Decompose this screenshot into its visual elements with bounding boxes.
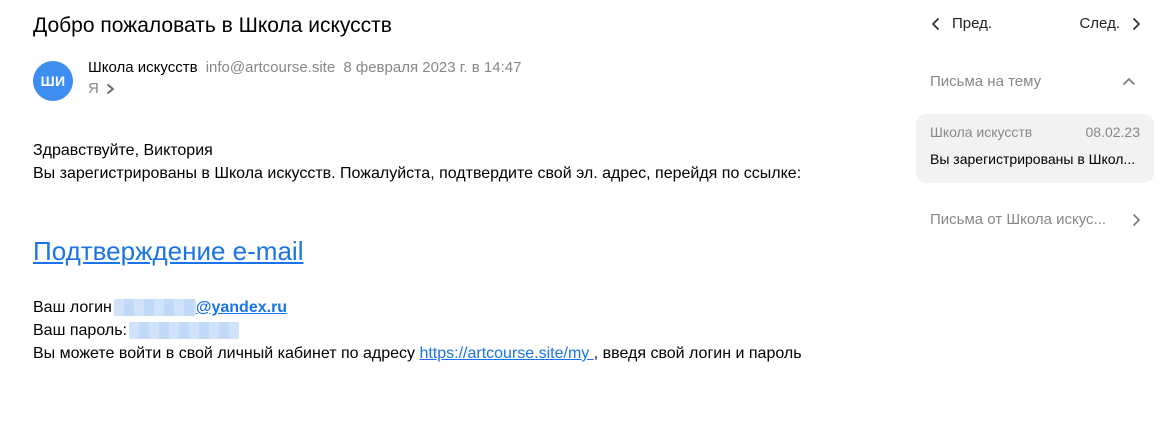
login-email-link[interactable]: @yandex.ru <box>196 299 287 316</box>
card-sender: Школа искусств <box>930 124 1033 140</box>
greeting-text: Здравствуйте, Виктория <box>33 142 213 159</box>
avatar-initials: ШИ <box>40 73 66 89</box>
login-redacted <box>113 299 196 317</box>
prev-message-button[interactable]: Пред. <box>930 15 992 32</box>
letters-from-sender-link[interactable]: Письма от Школа искус... <box>930 211 1142 228</box>
message-date: 8 февраля 2023 г. в 14:47 <box>343 59 522 76</box>
sender-email[interactable]: info@artcourse.site <box>206 59 335 76</box>
cabinet-line: Вы можете войти в свой личный кабинет по… <box>33 342 873 365</box>
login-line: Ваш логин @yandex.ru <box>33 296 873 319</box>
sender-avatar[interactable]: ШИ <box>33 61 73 101</box>
cabinet-text-before: Вы можете войти в свой личный кабинет по… <box>33 345 420 362</box>
password-line: Ваш пароль: <box>33 319 873 342</box>
message-pane: Добро пожаловать в Школа искусств ШИ Шко… <box>0 0 900 422</box>
thread-message-card[interactable]: Школа искусств 08.02.23 Вы зарегистриров… <box>916 114 1154 183</box>
next-message-button[interactable]: След. <box>1079 15 1142 32</box>
chevron-right-icon <box>1133 213 1140 226</box>
cabinet-text-after: , введя свой логин и пароль <box>593 345 802 362</box>
thread-toggle[interactable]: Письма на тему <box>930 73 1142 90</box>
credentials-block: Ваш логин @yandex.ru Ваш пароль: Вы может… <box>33 296 873 365</box>
message-navigation: Пред. След. <box>930 15 1142 39</box>
sender-line: Школа искусств info@artcourse.site 8 фев… <box>88 59 521 76</box>
thread-label: Письма на тему <box>930 73 1042 90</box>
login-label: Ваш логин <box>33 299 112 316</box>
chevron-left-icon <box>932 17 939 30</box>
intro-text: Вы зарегистрированы в Школа искусств. По… <box>33 165 802 182</box>
recipient-toggle[interactable]: Я <box>88 80 117 97</box>
message-body-intro: Здравствуйте, Виктория Вы зарегистрирова… <box>33 139 853 185</box>
prev-label: Пред. <box>952 15 993 32</box>
recipient-label: Я <box>88 80 99 97</box>
from-sender-label: Письма от Школа искус... <box>930 211 1107 228</box>
confirm-email-link[interactable]: Подтверждение e-mail <box>33 236 303 267</box>
password-label: Ваш пароль: <box>33 322 127 339</box>
password-redacted <box>128 322 239 340</box>
card-date: 08.02.23 <box>1085 124 1141 140</box>
chevron-up-icon <box>1123 77 1135 85</box>
sender-name[interactable]: Школа искусств <box>88 59 198 76</box>
next-label: След. <box>1079 15 1120 32</box>
chevron-right-icon <box>1133 17 1140 30</box>
card-snippet: Вы зарегистрированы в Школ... <box>930 151 1136 167</box>
cabinet-link[interactable]: https://artcourse.site/my <box>419 345 593 362</box>
message-subject: Добро пожаловать в Школа искусств <box>33 14 392 37</box>
chevron-right-icon <box>106 83 114 94</box>
